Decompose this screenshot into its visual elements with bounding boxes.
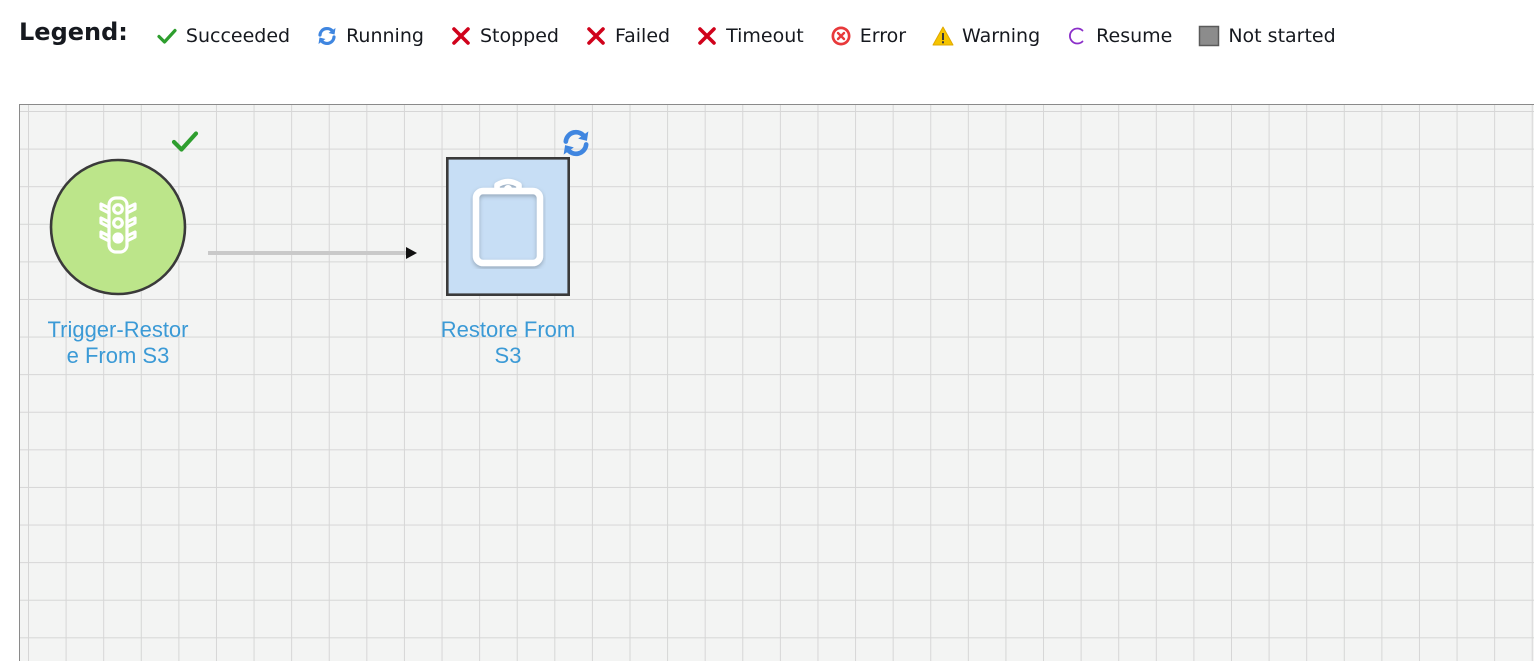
legend-title: Legend:	[19, 18, 128, 46]
workflow-canvas[interactable]: Trigger-Restor e From S3 Restore From S3	[19, 104, 1534, 661]
trigger-node-label[interactable]: Trigger-Restor e From S3	[28, 317, 208, 369]
traffic-light-icon	[94, 194, 142, 256]
gray-square-icon	[1198, 25, 1220, 47]
legend-label-stopped: Stopped	[479, 25, 559, 47]
legend-item-error: Error	[830, 25, 906, 47]
resume-arc-icon	[1066, 25, 1088, 47]
legend-label-resume: Resume	[1096, 25, 1173, 47]
legend-label-not-started: Not started	[1228, 25, 1336, 47]
legend-item-running: Running	[316, 25, 424, 47]
legend-label-succeeded: Succeeded	[185, 25, 291, 47]
check-icon	[156, 25, 178, 47]
workflow-edge-arrow	[208, 247, 417, 259]
legend-item-failed: Failed	[585, 25, 670, 47]
trigger-status-check-icon	[171, 130, 199, 154]
legend-item-stopped: Stopped	[450, 25, 559, 47]
trigger-node-label-line2: e From S3	[66, 343, 170, 368]
job-node-label[interactable]: Restore From S3	[418, 317, 598, 369]
workflow-graph-page: Legend: Succeeded Running Stopped Failed…	[0, 0, 1534, 661]
legend: Legend: Succeeded Running Stopped Failed…	[19, 14, 1362, 58]
job-status-refresh-icon	[560, 127, 592, 159]
legend-label-warning: Warning	[962, 25, 1041, 47]
legend-item-succeeded: Succeeded	[156, 25, 290, 47]
legend-label-failed: Failed	[614, 25, 671, 47]
legend-item-resume: Resume	[1066, 25, 1172, 47]
workflow-node-trigger[interactable]	[49, 158, 187, 296]
legend-item-not-started: Not started	[1198, 25, 1336, 47]
error-circle-icon	[830, 25, 852, 47]
legend-item-warning: Warning	[932, 25, 1040, 47]
legend-item-timeout: Timeout	[696, 25, 804, 47]
legend-label-error: Error	[859, 25, 907, 47]
workflow-node-job[interactable]	[445, 156, 571, 296]
refresh-icon	[316, 25, 338, 47]
warning-triangle-icon	[932, 25, 954, 47]
clipboard-icon	[470, 177, 546, 269]
trigger-node-label-line1: Trigger-Restor	[47, 317, 189, 342]
legend-label-running: Running	[346, 25, 424, 47]
x-icon	[696, 25, 718, 47]
job-node-label-line2: S3	[494, 343, 522, 368]
legend-label-timeout: Timeout	[726, 25, 804, 47]
job-node-label-line1: Restore From	[440, 317, 576, 342]
x-icon	[450, 25, 472, 47]
x-icon	[585, 25, 607, 47]
